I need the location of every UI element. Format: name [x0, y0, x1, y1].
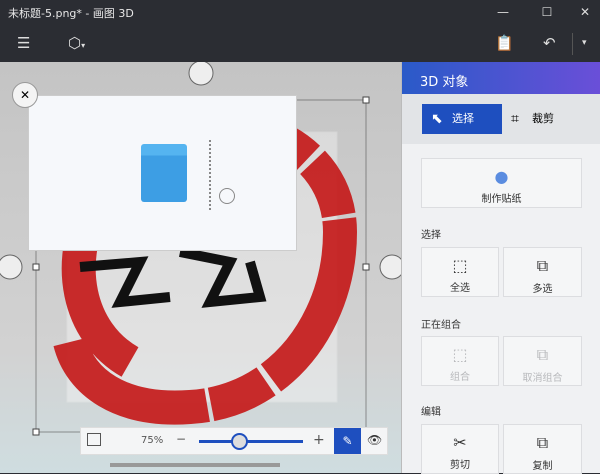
3d-shapes-dropdown[interactable]: ⬡▾ — [68, 33, 85, 56]
zoom-bar: 75% − + ✎ 👁 — [80, 427, 388, 455]
group-icon: ⬚ — [452, 345, 468, 364]
zoom-out-button[interactable]: − — [176, 432, 186, 446]
crop-mode-button[interactable]: ⌗ 裁剪 — [502, 104, 582, 134]
group-button[interactable]: ⬚ 组合 — [421, 336, 499, 386]
sticker-label: 制作贴纸 — [481, 194, 522, 205]
hamburger-menu-button[interactable]: ☰ — [17, 33, 30, 53]
sticker-icon: ● — [494, 167, 509, 186]
more-dropdown[interactable]: ▾ — [582, 33, 587, 53]
rotate-handle[interactable] — [219, 188, 235, 204]
cut-label: 剪切 — [450, 460, 470, 471]
paste-button[interactable]: 📋 — [495, 33, 514, 53]
panel-title: 3D 对象 — [402, 62, 600, 94]
select-all-icon: ⬚ — [452, 256, 468, 275]
edit-section-title: 编辑 — [421, 407, 441, 418]
canvas[interactable]: ✕ — [0, 62, 401, 473]
depth-slider[interactable] — [209, 140, 211, 210]
toolbar: ☰ ⬡▾ 📋 ↶ ▾ — [0, 25, 600, 62]
group-section-title: 正在组合 — [421, 320, 461, 331]
3d-cube — [141, 144, 187, 202]
fit-to-screen-icon[interactable] — [87, 433, 101, 446]
copy-label: 复制 — [532, 461, 553, 472]
zoom-in-button[interactable]: + — [313, 432, 325, 448]
ungroup-button[interactable]: ⧉ 取消组合 — [503, 336, 582, 386]
make-sticker-button[interactable]: ● 制作贴纸 — [421, 158, 582, 208]
close-button[interactable]: ✕ — [570, 2, 600, 22]
multi-select-label: 多选 — [532, 284, 553, 295]
zoom-level: 75% — [141, 435, 164, 446]
title-bar: 未标题-5.png* - 画图 3D — ☐ ✕ — [0, 0, 600, 25]
cursor-icon: ⬉ — [431, 111, 443, 127]
group-label: 组合 — [450, 372, 470, 383]
select-label: 选择 — [452, 112, 474, 125]
select-all-button[interactable]: ⬚ 全选 — [421, 247, 499, 297]
pen-mode-button[interactable]: ✎ — [334, 428, 361, 454]
minimize-button[interactable]: — — [488, 2, 518, 22]
crop-icon: ⌗ — [511, 111, 519, 127]
divider — [572, 33, 573, 55]
scissors-icon: ✂ — [453, 433, 467, 452]
multi-select-icon: ⧉ — [536, 256, 549, 275]
close-preview-button[interactable]: ✕ — [12, 82, 38, 108]
undo-button[interactable]: ↶ — [543, 33, 556, 53]
select-mode-button[interactable]: ⬉ 选择 — [422, 104, 502, 134]
cut-button[interactable]: ✂ 剪切 — [421, 424, 499, 474]
zoom-slider[interactable] — [199, 440, 303, 443]
copy-icon: ⧉ — [536, 433, 549, 452]
maximize-button[interactable]: ☐ — [532, 2, 562, 22]
crop-label: 裁剪 — [532, 112, 554, 125]
zoom-slider-thumb[interactable] — [231, 433, 248, 450]
ungroup-label: 取消组合 — [522, 373, 563, 384]
object-preview-popup — [28, 95, 297, 251]
ungroup-icon: ⧉ — [536, 345, 549, 364]
select-section-title: 选择 — [421, 230, 441, 241]
window-title: 未标题-5.png* - 画图 3D — [8, 7, 134, 20]
copy-button[interactable]: ⧉ 复制 — [503, 424, 582, 474]
select-all-label: 全选 — [450, 283, 470, 294]
multi-select-button[interactable]: ⧉ 多选 — [503, 247, 582, 297]
side-panel: 3D 对象 ⬉ 选择 ⌗ 裁剪 ● 制作贴纸 选择 ⬚ 全选 ⧉ 多选 正在组合 ⬚ 组合 … — [401, 62, 600, 474]
view-mode-eye-icon[interactable]: 👁 — [367, 433, 382, 447]
